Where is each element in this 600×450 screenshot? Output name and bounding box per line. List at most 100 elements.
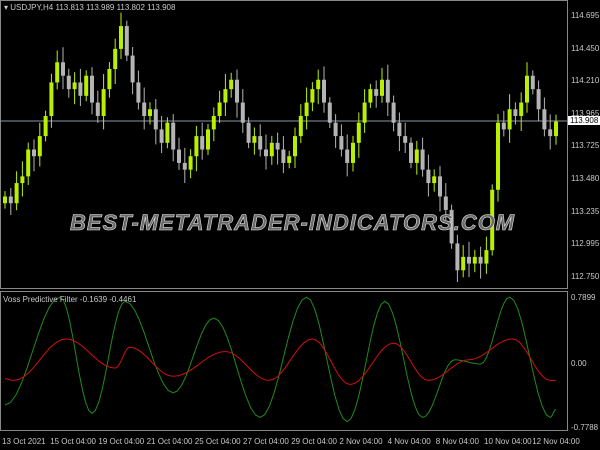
candle-bear [501,122,506,130]
candle-bear [385,79,390,103]
candle-bear [513,109,518,116]
candle-bear [478,256,483,264]
candle-bear [240,102,245,123]
candle-bull [37,136,42,157]
candle-bear [327,102,332,123]
price-tick: 114.695 [571,11,600,20]
time-tick: 25 Oct 04:00 [194,437,241,446]
candle-bull [165,122,170,143]
candle-bull [217,102,222,116]
price-tick: 112.750 [571,271,600,281]
time-tick: 8 Nov 04:00 [435,437,479,446]
time-tick: 15 Oct 04:00 [50,437,96,446]
candle-bull [432,176,437,184]
candle-bull [188,156,193,170]
candle-bear [142,102,147,116]
candle-bear [153,109,158,130]
candle-bear [171,122,176,150]
candle-bear [182,162,187,170]
candle-bear [409,142,413,163]
price-tick: 112.995 [571,239,600,249]
indicator-title: Voss Predictive Filter -0.1639 -0.4461 [3,295,137,304]
candle-bear [177,149,181,163]
time-tick: 4 Nov 04:00 [387,437,431,446]
candle-bear [200,136,205,150]
price-tick: 113.235 [571,206,600,216]
candle-bull [356,122,361,143]
candle-bull [298,115,303,137]
time-tick: 21 Oct 04:00 [146,437,193,446]
symbol-label: USDJPY,H4 [10,3,54,12]
candle-bull [206,129,210,150]
candle-bull [55,62,60,83]
candle-bull [507,109,512,130]
indicator-tick: 0.7899 [571,293,596,302]
chart-window[interactable]: BEST-METATRADER-INDICATORS.COM ▾ USDJPY,… [0,0,600,450]
candle-bear [322,79,326,103]
price-tick: 113.480 [571,174,600,183]
candle-bear [536,89,541,110]
price-tick: 113.725 [571,141,600,151]
candle-bull [49,82,54,116]
candle-bull [26,149,31,177]
candle-bull [525,75,529,103]
candle-bear [345,149,350,163]
candle-bull [414,149,419,163]
candle-bull [310,89,315,103]
candle-bear [90,75,94,103]
candle-bull [20,176,25,184]
time-tick: 19 Oct 04:00 [98,437,145,446]
indicator-tick: -0.7788 [571,423,599,432]
time-tick: 10 Nov 04:00 [484,437,532,446]
candle-bear [95,102,100,116]
filter-line [5,338,556,386]
candle-bear [530,75,535,90]
candle-bull [72,82,77,90]
candle-bear [420,149,425,170]
candle-bear [443,196,448,210]
candle-bull [252,136,257,143]
candle-bull [119,26,123,49]
candle-bull [211,115,216,130]
candle-bear [374,89,379,96]
candle-bear [159,129,164,143]
candle-bear [275,142,280,150]
candle-bear [258,136,263,150]
time-tick: 29 Oct 04:00 [291,437,337,446]
candle-bull [484,250,489,264]
symbol-info: ▾ USDJPY,H4 113.813 113.989 113.802 113.… [4,3,175,12]
time-tick: 12 Nov 04:00 [532,437,580,446]
candle-bear [391,102,396,123]
candle-bull [194,136,199,157]
ohlc-values: 113.813 113.989 113.802 113.908 [55,3,176,12]
candle-bear [548,129,553,137]
dropdown-triangle-icon[interactable]: ▾ [4,3,8,12]
candle-bear [235,79,239,103]
time-tick: 27 Oct 04:00 [243,437,289,446]
candle-bull [43,115,48,137]
candle-bull [293,136,297,157]
candle-bear [397,122,402,137]
candle-bear [438,176,442,197]
candle-bear [264,149,268,157]
candle-bull [223,89,228,103]
candle-bear [32,149,36,157]
candle-bull [14,183,19,204]
indicator-panel-border [0,291,568,431]
candle-bear [78,82,83,96]
candle-bull [472,256,477,264]
candle-bear [333,122,338,137]
time-tick: 2 Nov 04:00 [339,437,383,446]
current-price-label: 113.908 [568,116,600,125]
candle-bull [113,48,118,70]
candle-bull [316,79,321,90]
candle-bull [3,196,7,204]
candle-bull [107,69,112,90]
candle-bull [287,156,292,163]
indicator-tick: 0.00 [571,359,587,368]
candle-bear [426,169,431,184]
candle-bear [130,55,135,83]
candle-bear [66,75,71,90]
candles [3,12,558,283]
candle-bull [362,102,367,123]
